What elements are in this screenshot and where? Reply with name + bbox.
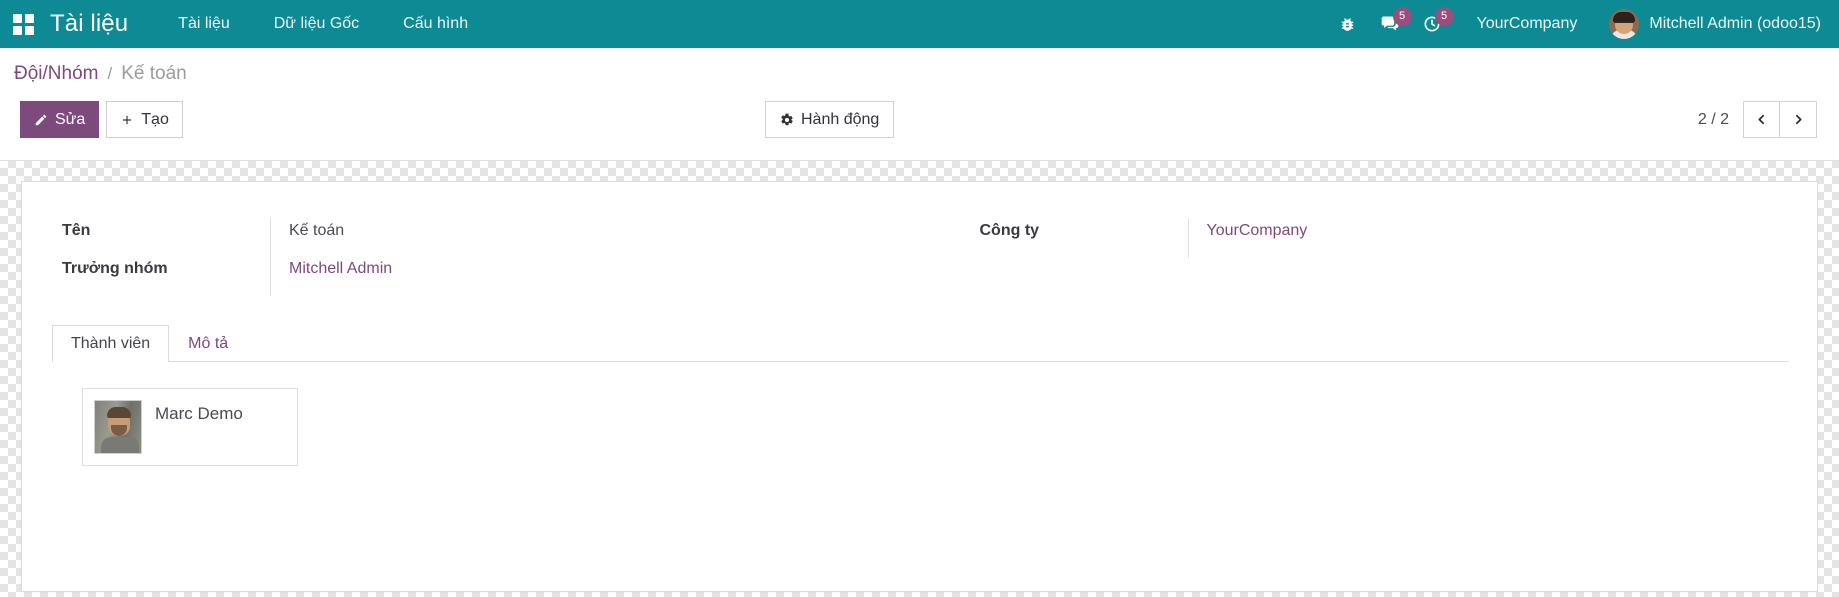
gear-icon <box>781 113 793 125</box>
field-team-leader-value-wrapper[interactable]: Mitchell Admin <box>270 256 920 296</box>
breadcrumb-separator: / <box>107 64 113 83</box>
page-root: Tài liệu Tài liệu Dữ liệu Gốc Cấu hình 5 <box>0 0 1839 597</box>
form-notebook: Thành viên Mô tả Marc Demo <box>52 322 1789 466</box>
field-name-value: Kế toán <box>289 222 345 239</box>
pencil-icon <box>35 114 47 125</box>
member-kanban-card[interactable]: Marc Demo <box>82 388 298 466</box>
pager-next-button[interactable] <box>1780 101 1817 138</box>
messages-icon-button[interactable]: 5 <box>1369 0 1412 48</box>
apps-menu-button[interactable] <box>0 0 46 48</box>
breadcrumb-root-link[interactable]: Đội/Nhóm <box>14 63 98 85</box>
user-avatar <box>1609 9 1640 39</box>
activities-icon-button[interactable]: 5 <box>1411 0 1454 48</box>
chevron-left-icon <box>1758 114 1764 125</box>
user-menu-label: Mitchell Admin (odoo15) <box>1649 15 1821 32</box>
create-button[interactable]: Tạo <box>106 101 183 138</box>
member-photo <box>94 400 142 454</box>
field-team-leader-row: Trưởng nhóm Mitchell Admin <box>62 256 920 296</box>
pager-counter: 2 / 2 <box>1697 110 1729 128</box>
edit-button[interactable]: Sửa <box>20 101 100 138</box>
form-fields-grid: Tên Kế toán Trưởng nhóm Mitchell Admin C… <box>62 218 1777 296</box>
breadcrumb: Đội/Nhóm / Kế toán <box>14 63 187 85</box>
navbar-menu-item-documents[interactable]: Tài liệu <box>156 0 252 48</box>
top-navbar: Tài liệu Tài liệu Dữ liệu Gốc Cấu hình 5 <box>0 0 1839 48</box>
field-name-value-wrapper[interactable]: Kế toán <box>270 218 920 256</box>
action-menu-wrapper: Hành động <box>765 101 895 138</box>
action-menu-label: Hành động <box>801 110 880 128</box>
apps-grid-icon <box>12 13 34 35</box>
tab-description[interactable]: Mô tả <box>169 325 247 362</box>
field-team-leader-value[interactable]: Mitchell Admin <box>289 260 392 277</box>
messages-badge: 5 <box>1392 7 1412 26</box>
field-company-value-wrapper[interactable]: YourCompany <box>1187 218 1778 258</box>
field-name-row: Tên Kế toán <box>62 218 920 256</box>
plus-icon <box>123 115 132 124</box>
member-name: Marc Demo <box>155 404 243 423</box>
app-brand-title[interactable]: Tài liệu <box>46 10 134 38</box>
breadcrumb-current-record: Kế toán <box>121 63 187 84</box>
tab-members[interactable]: Thành viên <box>52 325 170 362</box>
company-switcher[interactable]: YourCompany <box>1453 0 1602 48</box>
form-action-buttons: Sửa Tạo <box>20 101 183 138</box>
action-menu-button[interactable]: Hành động <box>765 101 895 138</box>
bug-icon <box>1341 17 1354 31</box>
navbar-menu-item-master-data[interactable]: Dữ liệu Gốc <box>252 0 381 48</box>
bug-icon-button[interactable] <box>1327 0 1369 48</box>
form-view-background: Tên Kế toán Trưởng nhóm Mitchell Admin C… <box>0 162 1839 597</box>
pager-previous-button[interactable] <box>1743 101 1780 138</box>
navbar-menu-item-configuration[interactable]: Cấu hình <box>381 0 490 48</box>
field-company-row: Công ty YourCompany <box>980 218 1778 258</box>
form-column-right: Công ty YourCompany <box>920 218 1778 296</box>
field-name-label: Tên <box>62 222 91 239</box>
field-company-value[interactable]: YourCompany <box>1207 222 1308 239</box>
form-column-left: Tên Kế toán Trưởng nhóm Mitchell Admin <box>62 218 920 296</box>
activities-badge: 5 <box>1434 7 1454 26</box>
form-sheet: Tên Kế toán Trưởng nhóm Mitchell Admin C… <box>21 181 1818 592</box>
notebook-tab-panel-members: Marc Demo <box>52 362 1789 466</box>
control-panel: Đội/Nhóm / Kế toán Sửa Tạo Hành động 2 /… <box>0 48 1839 161</box>
notebook-tab-list: Thành viên Mô tả <box>52 322 1789 362</box>
navbar-right-group: 5 5 YourCompany Mitchell Admin (odoo15) <box>1327 0 1839 48</box>
field-team-leader-label: Trưởng nhóm <box>62 260 168 277</box>
field-company-label: Công ty <box>979 222 1040 239</box>
create-button-label: Tạo <box>141 110 169 128</box>
edit-button-label: Sửa <box>55 110 86 128</box>
pager-nav <box>1743 101 1817 138</box>
navbar-menu: Tài liệu Dữ liệu Gốc Cấu hình <box>156 0 490 48</box>
user-menu[interactable]: Mitchell Admin (odoo15) <box>1601 9 1821 39</box>
chevron-right-icon <box>1795 114 1802 125</box>
record-pager: 2 / 2 <box>1698 101 1817 138</box>
